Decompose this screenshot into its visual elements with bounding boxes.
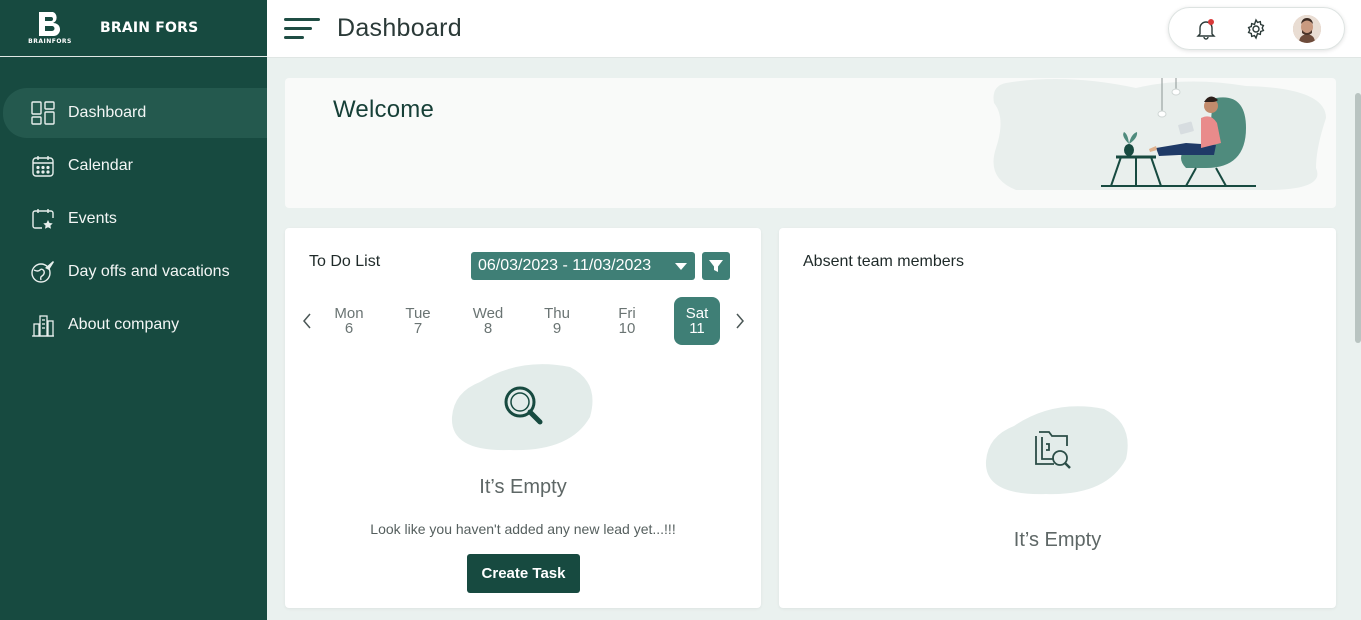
todo-title: To Do List [309, 253, 381, 270]
next-week-button[interactable] [730, 309, 750, 333]
bell-icon [1196, 18, 1216, 40]
day-fri[interactable]: Fri 10 [604, 297, 650, 345]
chevron-right-icon [736, 313, 744, 329]
prev-week-button[interactable] [297, 309, 317, 333]
day-sat[interactable]: Sat 11 [674, 297, 720, 345]
sidebar-item-label: Events [68, 210, 117, 227]
brand-logo[interactable]: BRAINFORS [20, 9, 80, 47]
settings-button[interactable] [1242, 15, 1270, 43]
sidebar-item-day-offs[interactable]: Day offs and vacations [3, 247, 267, 297]
day-wed[interactable]: Wed 8 [465, 297, 511, 345]
globe-plane-icon [30, 259, 56, 285]
calendar-icon [30, 153, 56, 179]
calendar-star-icon [30, 206, 56, 232]
sidebar-item-label: Day offs and vacations [68, 263, 230, 280]
date-range-select[interactable]: 06/03/2023 - 11/03/2023 [471, 252, 695, 280]
day-mon[interactable]: Mon 6 [326, 297, 372, 345]
empty-search-illustration [451, 364, 593, 451]
sidebar-item-events[interactable]: Events [3, 194, 267, 244]
day-number: 6 [344, 320, 354, 337]
sidebar-item-dashboard[interactable]: Dashboard [3, 88, 267, 138]
sidebar: BRAINFORS BRAIN FORS Dashboard Calendar … [0, 0, 267, 620]
absent-empty-title: It’s Empty [1013, 529, 1102, 551]
day-number: 9 [552, 320, 562, 337]
sidebar-item-label: Calendar [68, 157, 133, 174]
day-name: Tue [405, 305, 431, 322]
page-title: Dashboard [337, 14, 463, 42]
gear-icon [1248, 17, 1265, 40]
header-toolbar [1168, 7, 1345, 50]
day-number: 11 [689, 320, 705, 337]
absent-title: Absent team members [803, 253, 964, 270]
day-tue[interactable]: Tue 7 [395, 297, 441, 345]
day-number: 8 [483, 320, 493, 337]
sidebar-nav: Dashboard Calendar Events Day offs and v… [0, 88, 267, 350]
dashboard-grid-icon [30, 100, 56, 126]
relaxing-person-illustration [993, 78, 1326, 190]
day-name: Thu [544, 305, 570, 322]
day-name: Mon [334, 305, 364, 322]
menu-toggle-button[interactable] [284, 14, 320, 44]
avatar [1292, 14, 1321, 43]
welcome-banner: Welcome [285, 78, 1336, 208]
caret-down-icon [675, 263, 687, 270]
week-day-picker: Mon 6 Tue 7 Wed 8 Thu 9 Fri 10 Sat 11 [297, 296, 749, 346]
top-header: Dashboard [267, 0, 1361, 58]
date-range-value: 06/03/2023 - 11/03/2023 [478, 257, 652, 274]
notifications-button[interactable] [1192, 15, 1220, 43]
todo-card: To Do List 06/03/2023 - 11/03/2023 Mon 6… [285, 228, 761, 608]
day-name: Wed [472, 305, 504, 322]
filter-button[interactable] [702, 252, 730, 280]
sidebar-item-label: Dashboard [68, 104, 147, 121]
filter-icon [709, 260, 723, 272]
logo-b-icon [39, 12, 61, 36]
welcome-title: Welcome [333, 96, 434, 123]
absent-members-card: Absent team members It’s Empty [779, 228, 1336, 608]
sidebar-item-label: About company [68, 316, 180, 333]
building-icon [30, 312, 56, 338]
day-name: Fri [618, 305, 636, 322]
day-number: 7 [413, 320, 423, 337]
todo-empty-title: It’s Empty [479, 476, 567, 498]
sidebar-item-calendar[interactable]: Calendar [3, 141, 267, 191]
day-thu[interactable]: Thu 9 [534, 297, 580, 345]
empty-folder-illustration [985, 406, 1128, 495]
user-avatar-button[interactable] [1292, 14, 1321, 43]
brand-name: BRAIN FORS [100, 20, 199, 36]
create-task-button[interactable]: Create Task [467, 554, 580, 593]
logo-subtext: BRAINFORS [28, 38, 72, 45]
day-number: 10 [618, 320, 636, 337]
brand-header: BRAINFORS BRAIN FORS [0, 0, 267, 57]
day-name: Sat [685, 305, 709, 322]
page-scrollbar[interactable] [1355, 78, 1361, 348]
sidebar-item-about[interactable]: About company [3, 300, 267, 350]
todo-empty-subtitle: Look like you haven't added any new lead… [370, 521, 676, 537]
chevron-left-icon [303, 313, 311, 329]
scrollbar-thumb[interactable] [1355, 93, 1361, 343]
